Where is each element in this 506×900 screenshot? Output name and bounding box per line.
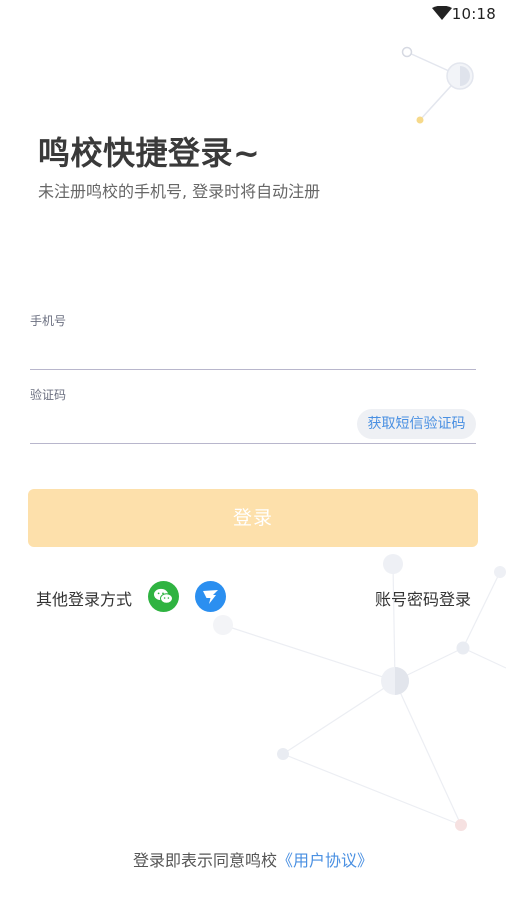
wifi-icon <box>432 6 452 20</box>
other-login-row: 其他登录方式 账号密码登录 <box>0 580 506 614</box>
wechat-icon <box>154 588 173 604</box>
user-agreement-link[interactable]: 《用户协议》 <box>277 851 373 870</box>
other-login-label: 其他登录方式 <box>36 590 133 609</box>
agreement-text: 登录即表示同意鸣校《用户协议》 <box>0 847 506 871</box>
get-sms-code-button[interactable]: 获取短信验证码 <box>357 409 476 439</box>
login-button[interactable]: 登录 <box>28 489 478 547</box>
phone-input[interactable] <box>30 336 476 370</box>
status-time: 10:18 <box>451 5 496 23</box>
code-label: 验证码 <box>30 388 67 402</box>
password-login-link[interactable]: 账号密码登录 <box>375 586 471 610</box>
page-title: 鸣校快捷登录~ <box>38 134 261 172</box>
dingtalk-login-button[interactable] <box>195 581 226 612</box>
status-bar: 10:18 <box>0 0 506 28</box>
agreement-prefix: 登录即表示同意鸣校 <box>132 851 277 870</box>
wechat-login-button[interactable] <box>148 581 179 612</box>
dingtalk-icon <box>203 590 218 604</box>
phone-label: 手机号 <box>30 314 67 328</box>
page-subtitle: 未注册鸣校的手机号, 登录时将自动注册 <box>38 182 321 201</box>
